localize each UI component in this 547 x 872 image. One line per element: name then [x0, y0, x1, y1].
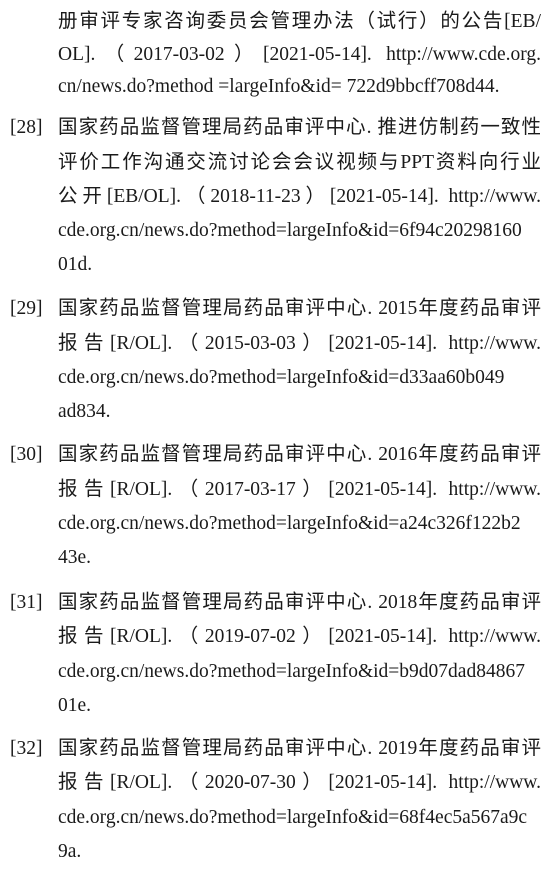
reference-line: OL].（2017-03-02）[2021-05-14]. http://www…	[58, 44, 541, 65]
reference-line: 报告[R/OL].（2017-03-17）[2021-05-14]. http:…	[58, 479, 541, 500]
reference-line: 43e.	[58, 547, 92, 568]
reference-line: 国家药品监督管理局药品审评中心. 2016年度药品审评	[58, 444, 541, 465]
reference-line: cde.org.cn/news.do?method=largeInfo&id=6…	[58, 220, 522, 241]
reference-line: cn/news.do?method =largeInfo&id= 722d9bb…	[58, 76, 500, 97]
reference-number: [29]	[10, 298, 43, 319]
reference-line: 国家药品监督管理局药品审评中心. 2019年度药品审评	[58, 738, 541, 759]
reference-number: [32]	[10, 738, 43, 759]
reference-line: cde.org.cn/news.do?method=largeInfo&id=a…	[58, 513, 521, 534]
reference-line: 01e.	[58, 695, 92, 716]
reference-line: cde.org.cn/news.do?method=largeInfo&id=6…	[58, 807, 528, 828]
reference-line: 国家药品监督管理局药品审评中心. 2015年度药品审评	[58, 298, 541, 319]
reference-number: [30]	[10, 444, 43, 465]
reference-line: 01d.	[58, 254, 93, 275]
reference-line: 评价工作沟通交流讨论会会议视频与PPT资料向行业	[58, 152, 541, 173]
reference-line: 国家药品监督管理局药品审评中心. 推进仿制药一致性	[58, 117, 541, 138]
reference-number: [31]	[10, 592, 43, 613]
reference-number: [28]	[10, 117, 43, 138]
reference-line: 册审评专家咨询委员会管理办法（试行）的公告[EB/	[58, 11, 541, 32]
reference-line: 公开[EB/OL].（2018-11-23）[2021-05-14]. http…	[58, 186, 541, 207]
reference-line: cde.org.cn/news.do?method=largeInfo&id=d…	[58, 367, 505, 388]
reference-line: ad834.	[58, 401, 111, 422]
reference-line: cde.org.cn/news.do?method=largeInfo&id=b…	[58, 661, 525, 682]
reference-line: 9a.	[58, 841, 82, 862]
reference-line: 国家药品监督管理局药品审评中心. 2018年度药品审评	[58, 592, 541, 613]
reference-line: 报告[R/OL].（2020-07-30）[2021-05-14]. http:…	[58, 772, 541, 793]
reference-line: 报告[R/OL].（2015-03-03）[2021-05-14]. http:…	[58, 333, 541, 354]
reference-line: 报告[R/OL].（2019-07-02）[2021-05-14]. http:…	[58, 626, 541, 647]
